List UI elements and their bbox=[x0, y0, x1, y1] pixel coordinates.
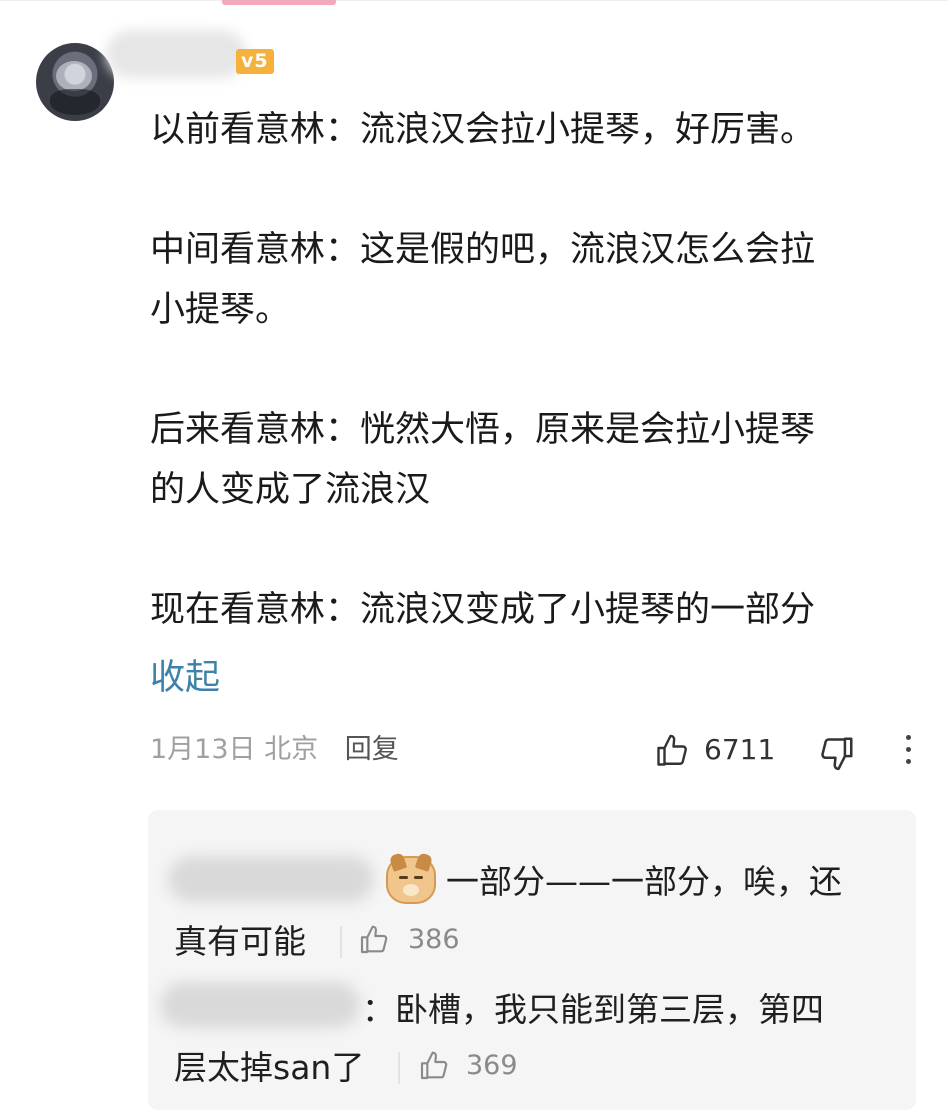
comment-location: 北京 bbox=[264, 734, 319, 765]
comment-line: 以前看意林：流浪汉会拉小提琴，好厉害。 bbox=[150, 110, 816, 150]
username-redacted[interactable] bbox=[106, 30, 246, 78]
comment-text: 以前看意林：流浪汉会拉小提琴，好厉害。 中间看意林：这是假的吧，流浪汉怎么会拉 … bbox=[150, 100, 920, 700]
comment-line: 中间看意林：这是假的吧，流浪汉怎么会拉 bbox=[150, 230, 816, 270]
thumbs-up-icon[interactable] bbox=[358, 924, 390, 956]
reply-line: 层太掉san了 bbox=[174, 1048, 365, 1087]
comment-line: 后来看意林：恍然大悟，原来是会拉小提琴 bbox=[150, 410, 816, 450]
reply-line: ：卧槽，我只能到第三层，第四 bbox=[362, 990, 824, 1029]
thumbs-down-icon[interactable] bbox=[818, 734, 856, 772]
reply-like-count: 369 bbox=[466, 1050, 518, 1081]
comment-line: 现在看意林：流浪汉变成了小提琴的一部分 bbox=[150, 590, 816, 630]
like-count: 6711 bbox=[704, 733, 776, 766]
reply-button[interactable]: 回复 bbox=[345, 734, 399, 765]
comment-paragraph: 后来看意林：恍然大悟，原来是会拉小提琴 的人变成了流浪汉 bbox=[150, 400, 920, 520]
avatar[interactable] bbox=[36, 43, 114, 121]
comment-meta: 1月13日 北京 回复 bbox=[150, 730, 399, 770]
comment-line: 的人变成了流浪汉 bbox=[150, 470, 431, 510]
comment-paragraph: 中间看意林：这是假的吧，流浪汉怎么会拉 小提琴。 bbox=[150, 220, 920, 340]
reply-username-redacted[interactable] bbox=[160, 982, 360, 1028]
vip-badge: v5 bbox=[236, 49, 274, 74]
collapse-button[interactable]: 收起 bbox=[150, 648, 220, 708]
comment-paragraph: 现在看意林：流浪汉变成了小提琴的一部分 bbox=[150, 580, 920, 640]
thumbs-up-icon[interactable] bbox=[418, 1050, 450, 1082]
reply-line: 一部分——一部分，唉，还 bbox=[446, 862, 842, 901]
comment-paragraph: 以前看意林：流浪汉会拉小提琴，好厉害。 bbox=[150, 100, 920, 160]
vertical-dots-icon[interactable] bbox=[900, 735, 916, 769]
thumbs-up-icon[interactable] bbox=[654, 733, 690, 769]
comment-date: 1月13日 bbox=[150, 734, 256, 765]
divider bbox=[398, 1052, 400, 1084]
reply-username-redacted[interactable] bbox=[168, 856, 374, 902]
comment-line: 小提琴。 bbox=[150, 290, 291, 330]
dog-emoji-icon bbox=[386, 852, 436, 904]
divider bbox=[340, 926, 342, 958]
reply-like-count: 386 bbox=[408, 924, 460, 955]
top-divider bbox=[0, 0, 948, 1]
top-accent-bar bbox=[222, 0, 336, 5]
reply-line: 真有可能 bbox=[174, 922, 306, 961]
